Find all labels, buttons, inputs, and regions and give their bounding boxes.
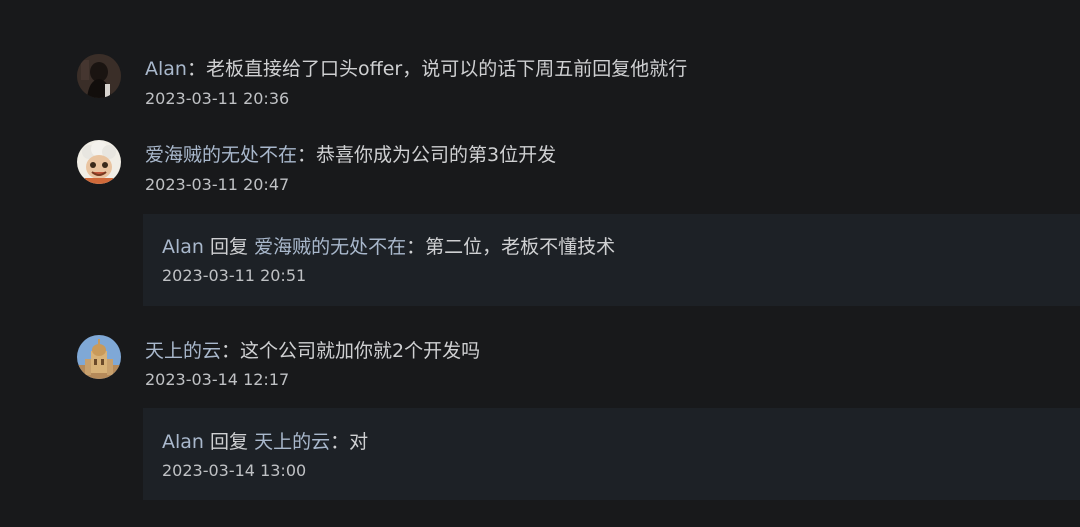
comment-text: 这个公司就加你就2个开发吗 bbox=[240, 340, 481, 362]
reply-line: Alan 回复 爱海贼的无处不在：第二位，老板不懂技术 bbox=[162, 235, 615, 259]
separator: ： bbox=[221, 340, 241, 362]
comment-time: 2023-03-14 12:17 bbox=[145, 370, 290, 389]
avatar-image bbox=[77, 140, 121, 184]
comment-time: 2023-03-11 20:36 bbox=[145, 89, 290, 108]
comment-line: 爱海贼的无处不在：恭喜你成为公司的第3位开发 bbox=[145, 143, 556, 167]
comment-author[interactable]: Alan bbox=[145, 58, 187, 80]
user-avatar-alan[interactable] bbox=[77, 54, 121, 98]
comment-author[interactable]: 天上的云 bbox=[145, 340, 221, 362]
comment-author[interactable]: 爱海贼的无处不在 bbox=[145, 144, 297, 166]
avatar-image bbox=[77, 54, 121, 98]
reply-author[interactable]: Alan bbox=[162, 236, 204, 258]
comment-line: Alan：老板直接给了口头offer，说可以的话下周五前回复他就行 bbox=[145, 57, 687, 81]
reply-target[interactable]: 爱海贼的无处不在 bbox=[254, 236, 406, 258]
comment-list: Alan：老板直接给了口头offer，说可以的话下周五前回复他就行 2023-0… bbox=[0, 0, 1080, 527]
reply-item: Alan 回复 爱海贼的无处不在：第二位，老板不懂技术 2023-03-11 2… bbox=[143, 214, 1080, 306]
reply-text: 第二位，老板不懂技术 bbox=[425, 236, 616, 258]
user-avatar-pirate[interactable] bbox=[77, 140, 121, 184]
separator: ： bbox=[406, 236, 426, 258]
comment-line: 天上的云：这个公司就加你就2个开发吗 bbox=[145, 339, 480, 363]
user-avatar-cloud[interactable] bbox=[77, 335, 121, 379]
reply-item: Alan 回复 天上的云：对 2023-03-14 13:00 bbox=[143, 408, 1080, 500]
reply-time: 2023-03-14 13:00 bbox=[162, 461, 307, 480]
separator: ： bbox=[330, 431, 350, 453]
comment-text: 老板直接给了口头offer，说可以的话下周五前回复他就行 bbox=[205, 58, 688, 80]
reply-word: 回复 bbox=[210, 236, 249, 258]
comment-text: 恭喜你成为公司的第3位开发 bbox=[316, 144, 557, 166]
reply-line: Alan 回复 天上的云：对 bbox=[162, 430, 368, 454]
avatar-image bbox=[77, 335, 121, 379]
reply-word: 回复 bbox=[210, 431, 249, 453]
separator: ： bbox=[186, 58, 206, 80]
comment-time: 2023-03-11 20:47 bbox=[145, 175, 290, 194]
separator: ： bbox=[297, 144, 317, 166]
reply-time: 2023-03-11 20:51 bbox=[162, 266, 307, 285]
reply-text: 对 bbox=[349, 431, 369, 453]
reply-author[interactable]: Alan bbox=[162, 431, 204, 453]
reply-target[interactable]: 天上的云 bbox=[254, 431, 330, 453]
